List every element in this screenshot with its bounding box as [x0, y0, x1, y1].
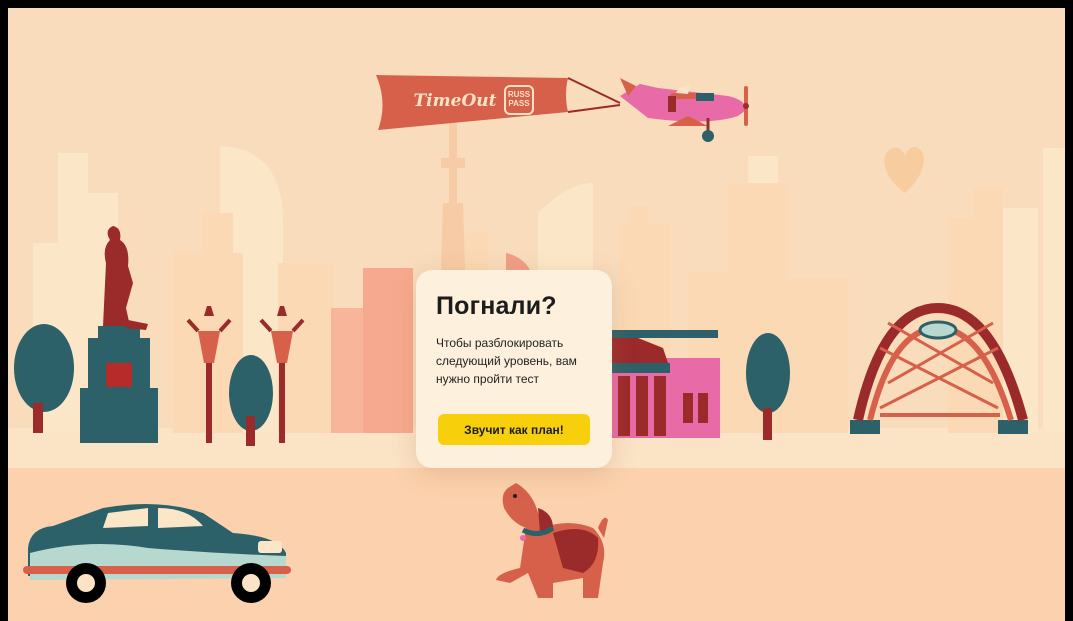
quiz-prompt-card: Погнали? Чтобы разблокировать следующий … [416, 270, 612, 468]
game-scene: TimeOut RUSS PASS Погнали? Чтобы разблок… [8, 8, 1065, 621]
russpass-logo-line2: PASS [508, 99, 530, 108]
start-test-button[interactable]: Звучит как план! [438, 414, 590, 445]
dialog-title: Погнали? [436, 292, 557, 320]
timeout-logo: TimeOut [413, 91, 497, 111]
russpass-logo: RUSS PASS [505, 90, 533, 108]
russpass-logo-line1: RUSS [507, 90, 531, 99]
dialog-description: Чтобы разблокировать следующий уровень, … [436, 336, 577, 386]
